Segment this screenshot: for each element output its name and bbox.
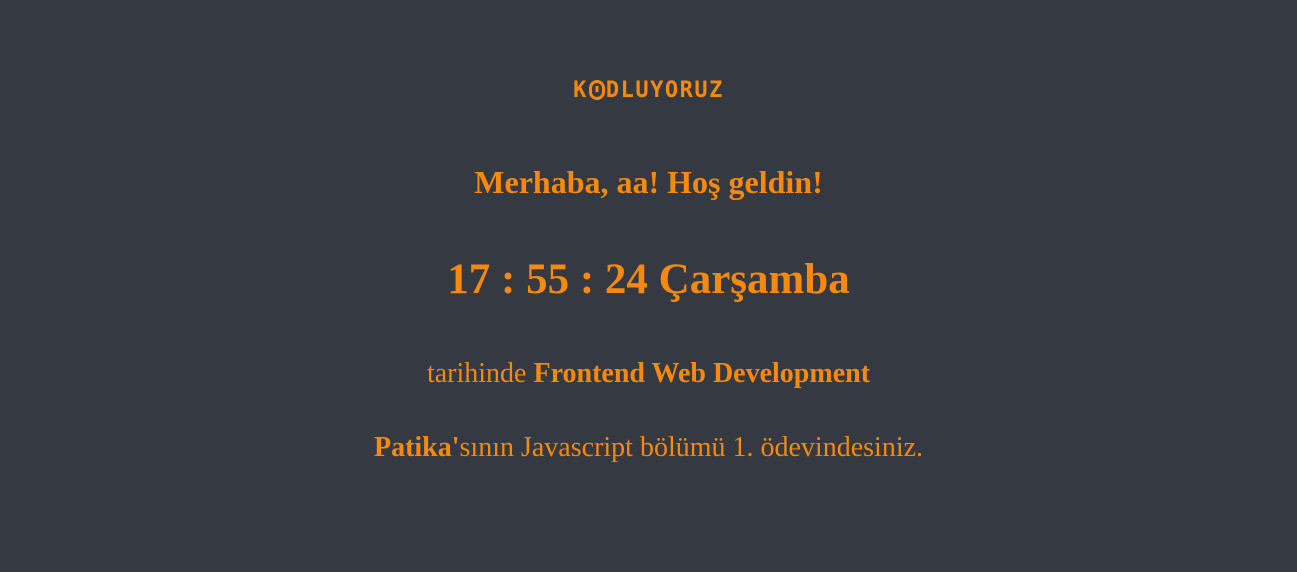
clock-display: 17 : 55 : 24 Çarşamba: [447, 256, 850, 303]
logo-text-end: DLUYORUZ: [605, 77, 724, 103]
kodluyoruz-logo: K DLUYORUZ: [0, 76, 1297, 104]
course-name: Frontend Web Development: [533, 358, 871, 389]
logo-text-start: K: [573, 77, 588, 103]
patika-name: Patika': [373, 432, 460, 463]
greeting-heading: Merhaba, aa! Hoş geldin!: [474, 164, 823, 200]
logo-o-mark-icon: [588, 80, 605, 100]
assignment-suffix: sının Javascript bölümü 1. ödevindesiniz…: [459, 432, 924, 463]
assignment-line: Patika'sının Javascript bölümü 1. ödevin…: [0, 430, 1297, 466]
course-line: tarihinde Frontend Web Development: [0, 356, 1297, 392]
logo-wordmark: K DLUYORUZ: [573, 78, 724, 103]
course-prefix: tarihinde: [426, 358, 534, 389]
